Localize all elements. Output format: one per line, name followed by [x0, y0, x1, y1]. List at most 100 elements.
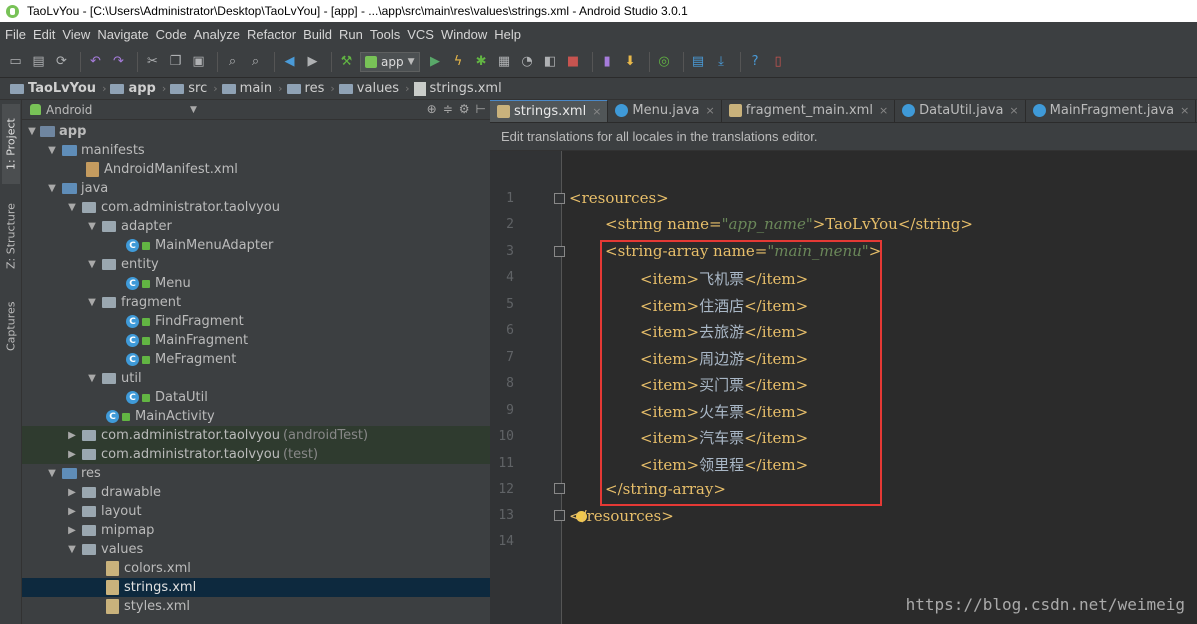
- expand-arrow-icon[interactable]: ▶: [66, 430, 78, 441]
- code-editor[interactable]: 1 2 3 4 5 6 7 8 9 10 11 12 13 14 <resour…: [490, 151, 1197, 624]
- breadcrumb-src[interactable]: src: [170, 81, 207, 96]
- forward-icon[interactable]: ▶: [303, 52, 322, 71]
- device-monitor-icon[interactable]: ▯: [769, 52, 788, 71]
- chevron-down-icon[interactable]: ▼: [190, 105, 197, 115]
- tab-datautil-java[interactable]: DataUtil.java ×: [895, 100, 1026, 122]
- menu-file[interactable]: File: [2, 27, 30, 42]
- build-hammer-icon[interactable]: ⚒: [337, 52, 356, 71]
- tree-item-mainactivity[interactable]: C MainActivity: [22, 407, 490, 426]
- tool-tab-project[interactable]: 1: Project: [2, 104, 20, 184]
- tab-menu-java[interactable]: Menu.java ×: [608, 100, 722, 122]
- menu-run[interactable]: Run: [336, 27, 367, 42]
- tree-item-layout[interactable]: ▶ layout: [22, 502, 490, 521]
- menu-window[interactable]: Window: [438, 27, 491, 42]
- menu-edit[interactable]: Edit: [30, 27, 59, 42]
- tree-item-androidmanifest[interactable]: AndroidManifest.xml: [22, 160, 490, 179]
- breadcrumb-app[interactable]: app: [110, 81, 156, 96]
- menu-vcs[interactable]: VCS: [404, 27, 438, 42]
- tree-item-findfragment[interactable]: C FindFragment: [22, 312, 490, 331]
- tree-item-strings-xml[interactable]: strings.xml: [22, 578, 490, 597]
- sync-icon[interactable]: ⟳: [52, 52, 71, 71]
- expand-arrow-icon[interactable]: ▶: [66, 525, 78, 536]
- run-config-dropdown[interactable]: app ▼: [360, 51, 420, 72]
- expand-arrow-icon[interactable]: ▼: [46, 183, 58, 194]
- gear-icon[interactable]: ⚙: [459, 102, 470, 116]
- expand-arrow-icon[interactable]: ▶: [66, 506, 78, 517]
- expand-arrow-icon[interactable]: ▼: [86, 373, 98, 384]
- close-icon[interactable]: ×: [706, 104, 715, 117]
- save-all-icon[interactable]: ▤: [29, 52, 48, 71]
- project-view-mode[interactable]: Android: [46, 103, 92, 117]
- sdk-manager-icon[interactable]: ⬇: [621, 52, 640, 71]
- apply-changes-icon[interactable]: ϟ: [449, 52, 468, 71]
- breadcrumb-project[interactable]: TaoLvYou: [10, 81, 96, 96]
- tree-item-drawable[interactable]: ▶ drawable: [22, 483, 490, 502]
- close-icon[interactable]: ×: [879, 104, 888, 117]
- fold-marker-icon[interactable]: [554, 510, 565, 521]
- expand-arrow-icon[interactable]: ▶: [66, 487, 78, 498]
- expand-arrow-icon[interactable]: ▼: [86, 259, 98, 270]
- menu-code[interactable]: Code: [153, 27, 191, 42]
- expand-arrow-icon[interactable]: ▼: [46, 145, 58, 156]
- tree-item-menu[interactable]: C Menu: [22, 274, 490, 293]
- expand-arrow-icon[interactable]: ▼: [66, 202, 78, 213]
- expand-arrow-icon[interactable]: ▼: [86, 297, 98, 308]
- tree-item-package-test[interactable]: ▶ com.administrator.taolvyou (test): [22, 445, 490, 464]
- close-icon[interactable]: ×: [1009, 104, 1018, 117]
- menu-navigate[interactable]: Navigate: [94, 27, 152, 42]
- sync-gradle-icon[interactable]: ◎: [655, 52, 674, 71]
- tree-item-styles-xml[interactable]: styles.xml: [22, 597, 490, 616]
- tree-item-fragment[interactable]: ▼ fragment: [22, 293, 490, 312]
- menu-analyze[interactable]: Analyze: [191, 27, 244, 42]
- tree-item-datautil[interactable]: C DataUtil: [22, 388, 490, 407]
- debug-icon[interactable]: ✱: [472, 52, 491, 71]
- hide-panel-icon[interactable]: ⊢: [476, 102, 486, 116]
- tree-item-java[interactable]: ▼ java: [22, 179, 490, 198]
- tree-item-mainfragment[interactable]: C MainFragment: [22, 331, 490, 350]
- tree-item-app[interactable]: ▼ app: [22, 122, 490, 141]
- replace-icon[interactable]: ⌕: [246, 52, 265, 71]
- tree-item-util[interactable]: ▼ util: [22, 369, 490, 388]
- breadcrumb-res[interactable]: res: [286, 81, 324, 96]
- redo-icon[interactable]: ↷: [109, 52, 128, 71]
- tree-item-entity[interactable]: ▼ entity: [22, 255, 490, 274]
- fold-marker-icon[interactable]: [554, 483, 565, 494]
- tool-tab-captures[interactable]: Captures: [2, 296, 20, 356]
- tree-item-values[interactable]: ▼ values: [22, 540, 490, 559]
- profile-icon[interactable]: ▦: [495, 52, 514, 71]
- help-icon[interactable]: ?: [746, 52, 765, 71]
- tree-item-colors-xml[interactable]: colors.xml: [22, 559, 490, 578]
- project-panel-header[interactable]: Android ▼ ⊕ ≑ ⚙ ⊢: [22, 100, 490, 120]
- project-structure-icon[interactable]: ▤: [689, 52, 708, 71]
- menu-help[interactable]: Help: [491, 27, 525, 42]
- download-icon[interactable]: ⤓: [712, 52, 731, 71]
- fold-marker-icon[interactable]: [554, 193, 565, 204]
- tree-item-mipmap[interactable]: ▶ mipmap: [22, 521, 490, 540]
- tree-item-manifests[interactable]: ▼ manifests: [22, 141, 490, 160]
- menu-refactor[interactable]: Refactor: [244, 27, 300, 42]
- close-icon[interactable]: ×: [1180, 104, 1189, 117]
- expand-arrow-icon[interactable]: ▼: [26, 126, 38, 137]
- tree-item-package-androidtest[interactable]: ▶ com.administrator.taolvyou (androidTest…: [22, 426, 490, 445]
- expand-arrow-icon[interactable]: ▼: [86, 221, 98, 232]
- fold-marker-icon[interactable]: [554, 246, 565, 257]
- menu-tools[interactable]: Tools: [367, 27, 404, 42]
- tree-item-package[interactable]: ▼ com.administrator.taolvyou: [22, 198, 490, 217]
- expand-arrow-icon[interactable]: ▼: [46, 468, 58, 479]
- collapse-all-icon[interactable]: ≑: [443, 102, 453, 116]
- tab-fragment-main-xml[interactable]: fragment_main.xml ×: [722, 100, 896, 122]
- paste-icon[interactable]: ▣: [189, 52, 208, 71]
- copy-icon[interactable]: ❐: [166, 52, 185, 71]
- menu-build[interactable]: Build: [300, 27, 336, 42]
- breadcrumb-strings-xml[interactable]: strings.xml: [413, 81, 502, 96]
- undo-icon[interactable]: ↶: [86, 52, 105, 71]
- tree-item-mainmenuadapter[interactable]: C MainMenuAdapter: [22, 236, 490, 255]
- back-icon[interactable]: ◀: [280, 52, 299, 71]
- find-icon[interactable]: ⌕: [223, 52, 242, 71]
- scroll-from-source-icon[interactable]: ⊕: [427, 102, 437, 116]
- cut-icon[interactable]: ✂: [143, 52, 162, 71]
- avd-manager-icon[interactable]: ▮: [598, 52, 617, 71]
- menu-view[interactable]: View: [59, 27, 94, 42]
- breadcrumb-values[interactable]: values: [338, 81, 399, 96]
- expand-arrow-icon[interactable]: ▶: [66, 449, 78, 460]
